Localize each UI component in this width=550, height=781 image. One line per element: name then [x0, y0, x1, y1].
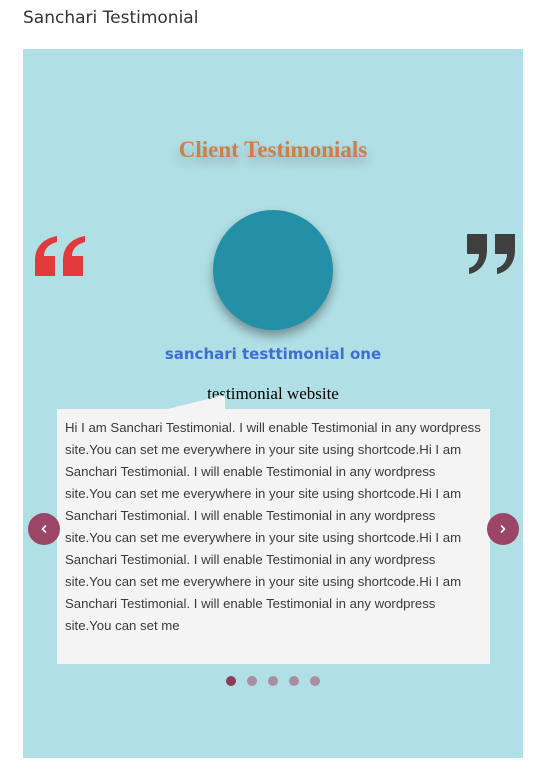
- chevron-left-icon: [41, 525, 47, 533]
- pagination-dot-2[interactable]: [247, 676, 257, 686]
- pagination-dot-5[interactable]: [310, 676, 320, 686]
- testimonial-text: Hi I am Sanchari Testimonial. I will ena…: [57, 409, 490, 664]
- close-quote-icon: [467, 234, 515, 274]
- pagination-dot-4[interactable]: [289, 676, 299, 686]
- widget-title: Sanchari Testimonial: [23, 8, 199, 28]
- client-name: sanchari testtimonial one: [164, 345, 382, 363]
- open-quote-icon: [35, 236, 85, 276]
- speech-bubble-pointer: [167, 395, 225, 409]
- previous-slide-button[interactable]: [28, 513, 60, 545]
- pagination-dot-3[interactable]: [268, 676, 278, 686]
- pagination-dots: [23, 676, 523, 686]
- testimonial-heading: Client Testimonials: [178, 137, 368, 162]
- client-avatar: [213, 210, 333, 330]
- testimonial-slider: Client Testimonials sanchari testtimonia…: [23, 49, 523, 758]
- next-slide-button[interactable]: [487, 513, 519, 545]
- chevron-right-icon: [500, 525, 506, 533]
- client-website: testimonial website: [207, 384, 339, 403]
- pagination-dot-1[interactable]: [226, 676, 236, 686]
